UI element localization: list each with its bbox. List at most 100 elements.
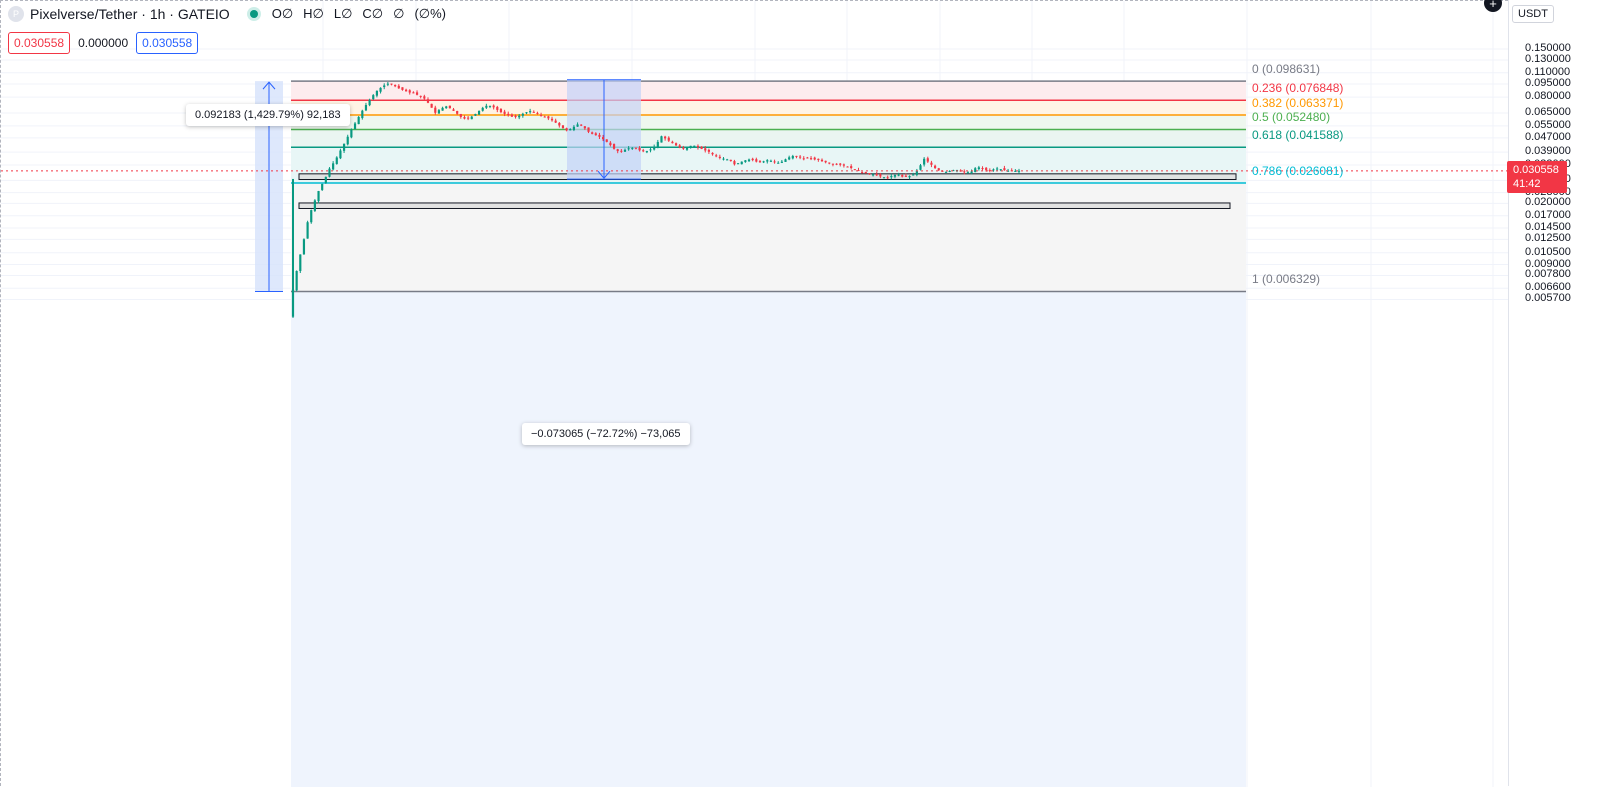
candle-body	[612, 144, 616, 149]
sell-price-button[interactable]: 0.030558	[8, 32, 71, 54]
candle-body	[667, 137, 670, 141]
candle-body	[412, 92, 415, 94]
candle-body	[715, 155, 718, 157]
candle-body	[532, 111, 535, 113]
candle-body	[332, 163, 335, 170]
candle-body	[678, 145, 681, 148]
candle-body	[904, 175, 907, 177]
candle-body	[390, 83, 393, 85]
market-status-dot	[249, 10, 258, 18]
candle-body	[985, 167, 988, 171]
candle-body	[539, 114, 543, 116]
candle-body	[908, 176, 911, 178]
candle-body	[999, 169, 1002, 171]
candle-body	[379, 87, 382, 92]
candle-body	[361, 110, 364, 119]
candle-body	[408, 90, 411, 93]
candle-body	[310, 210, 313, 223]
candle-body	[733, 161, 736, 165]
candle-body	[638, 147, 641, 151]
candle-body	[977, 167, 980, 170]
buy-price-button[interactable]: 0.030558	[136, 32, 199, 54]
candle-body	[518, 115, 521, 118]
measure-down-label: −0.073065 (−72.72%) −73,065	[522, 423, 690, 445]
price-tick-label: 0.006600	[1525, 281, 1571, 294]
candle-body	[609, 142, 612, 146]
candle-body	[744, 160, 747, 163]
ohlc-high: H∅	[303, 6, 324, 21]
candle-body	[423, 96, 426, 99]
candle-body	[784, 159, 787, 162]
candle-body	[711, 152, 714, 155]
candle-body	[587, 127, 590, 132]
candle-body	[576, 124, 579, 127]
candle-body	[970, 171, 973, 174]
fib-label-0: 0 (0.098631)	[1252, 62, 1321, 77]
candle-body	[594, 133, 597, 136]
candle-body	[813, 157, 816, 160]
candle-body	[1017, 170, 1021, 172]
fib-band	[291, 81, 1246, 101]
candle-body	[547, 116, 550, 119]
candle-body	[642, 150, 645, 152]
candle-body	[364, 105, 368, 111]
candle-body	[324, 176, 327, 183]
candle-body	[620, 150, 623, 152]
price-tick-label: 0.007800	[1525, 268, 1571, 281]
candle-body	[627, 148, 630, 150]
candle-body	[434, 107, 437, 113]
candle-body	[919, 165, 922, 170]
candle-body	[653, 146, 656, 150]
candle-body	[598, 134, 601, 137]
candle-body	[561, 125, 565, 129]
candle-body	[492, 105, 495, 108]
candle-body	[463, 117, 466, 119]
candle-body	[773, 161, 776, 163]
candle-body	[824, 160, 827, 163]
candle-body	[693, 145, 696, 147]
candle-body	[875, 173, 878, 176]
ohlc-change: ∅	[393, 6, 405, 21]
price-tick-label: 0.055000	[1525, 118, 1571, 131]
candle-body	[372, 95, 375, 100]
price-tick-label: 0.017000	[1525, 208, 1571, 221]
candle-body	[470, 116, 473, 120]
candle-body	[926, 158, 929, 162]
price-tick-label: 0.014500	[1525, 220, 1571, 233]
fib-label-0236: 0.236 (0.076848)	[1252, 81, 1344, 96]
candle-body	[339, 150, 342, 159]
candle-body	[1003, 168, 1006, 171]
price-axis[interactable]: USDT 0.150000 0.130000 0.110000 0.095000 0.0…	[1507, 0, 1599, 786]
candle-body	[583, 126, 586, 129]
candle-body	[602, 137, 605, 140]
candle-body	[664, 136, 667, 139]
candle-body	[831, 163, 835, 165]
trade-badges: 0.030558 0.000000 0.030558	[8, 32, 199, 54]
candle-body	[569, 129, 572, 131]
candle-body	[474, 113, 477, 116]
candle-body	[755, 159, 758, 162]
candle-body	[525, 112, 528, 114]
candle-body	[718, 156, 721, 159]
candle-body	[802, 158, 805, 160]
candle-body	[944, 171, 948, 173]
currency-unit-button[interactable]: USDT	[1512, 5, 1554, 23]
candle-body	[317, 191, 320, 202]
candle-body	[780, 161, 783, 163]
candle-body	[882, 177, 886, 179]
candle-body	[419, 95, 422, 97]
candle-body	[313, 200, 316, 211]
price-tick-label: 0.020000	[1525, 196, 1571, 209]
candle-body	[507, 113, 510, 116]
price-tick-label: 0.005700	[1525, 292, 1571, 305]
candle-body	[295, 270, 298, 291]
candle-body	[890, 176, 893, 178]
candle-body	[623, 149, 627, 152]
fib-band	[291, 100, 1246, 116]
candle-body	[707, 149, 710, 152]
candle-body	[660, 136, 663, 143]
symbol-title[interactable]: Pixelverse/Tether · 1h · GATEIO	[30, 6, 230, 22]
candle-body	[437, 110, 441, 114]
fib-label-0786: 0.786 (0.026081)	[1252, 164, 1344, 178]
candle-body	[850, 166, 853, 169]
